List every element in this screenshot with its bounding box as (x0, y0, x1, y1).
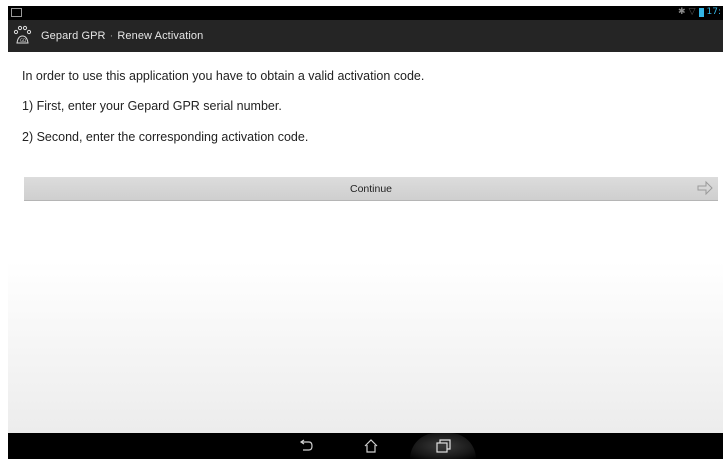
arrow-right-icon (696, 180, 714, 196)
device-screen: ✱ ▽ 17: GD Gepard GPR·Renew Activation (8, 6, 723, 459)
home-icon[interactable] (346, 433, 396, 459)
action-bar: GD Gepard GPR · Renew Activation (8, 20, 723, 52)
bluetooth-icon: ✱ (678, 7, 686, 17)
paw-print-icon[interactable]: GD (11, 23, 37, 49)
title-separator: · (109, 30, 114, 42)
status-time: 17: (706, 7, 721, 17)
app-title: Gepard GPR · Renew Activation (41, 30, 203, 42)
notification-icon (11, 8, 22, 17)
navigation-bar (8, 433, 723, 459)
recent-apps-icon[interactable] (410, 433, 476, 459)
continue-button[interactable]: Continue (24, 177, 718, 201)
screenshot-frame: ✱ ▽ 17: GD Gepard GPR·Renew Activation (0, 0, 723, 459)
step-two-text: 2) Second, enter the corresponding activ… (22, 130, 309, 144)
step-one-text: 1) First, enter your Gepard GPR serial n… (22, 99, 282, 113)
continue-label: Continue (349, 182, 393, 195)
main-content: In order to use this application you hav… (8, 52, 723, 433)
status-bar: ✱ ▽ 17: (8, 6, 723, 20)
status-icons: ✱ ▽ 17: (678, 7, 721, 17)
svg-text:GD: GD (20, 38, 26, 43)
intro-text: In order to use this application you hav… (22, 69, 425, 83)
app-name: Gepard GPR (41, 30, 106, 42)
back-icon[interactable] (281, 433, 331, 459)
battery-icon (698, 7, 704, 17)
screen-title: Renew Activation (117, 30, 204, 42)
wifi-icon: ▽ (688, 7, 696, 17)
